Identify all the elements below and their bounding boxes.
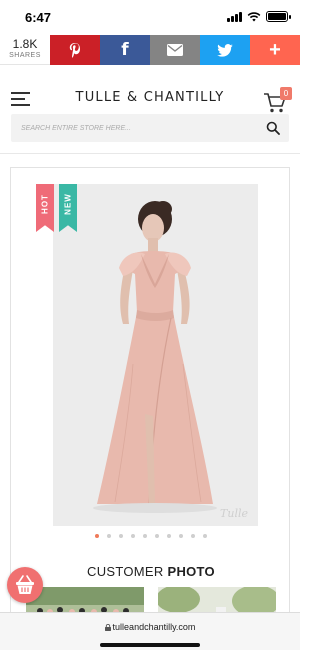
battery-icon bbox=[266, 11, 291, 22]
browser-url-bar: tulleandchantilly.com bbox=[0, 612, 300, 650]
carousel-dot[interactable] bbox=[191, 534, 195, 538]
status-bar: 6:47 bbox=[0, 0, 300, 34]
status-icons bbox=[227, 11, 291, 22]
plus-icon: + bbox=[269, 39, 281, 61]
customer-photo-title-regular: CUSTOMER bbox=[87, 564, 164, 579]
hot-badge-label: HOT bbox=[40, 194, 50, 214]
email-share-button[interactable] bbox=[150, 35, 200, 65]
share-bar: 1.8K SHARES f + bbox=[0, 35, 300, 65]
new-badge-label: NEW bbox=[63, 193, 73, 215]
carousel-dot[interactable] bbox=[167, 534, 171, 538]
twitter-share-button[interactable] bbox=[200, 35, 250, 65]
carousel-dot[interactable] bbox=[143, 534, 147, 538]
facebook-share-button[interactable]: f bbox=[100, 35, 150, 65]
search-bar bbox=[11, 114, 289, 142]
carousel-dot[interactable] bbox=[155, 534, 159, 538]
cart-count-badge: 0 bbox=[280, 87, 292, 100]
site-header: TULLE & CHANTILLY 0 bbox=[0, 82, 300, 114]
product-image[interactable]: Tulle bbox=[53, 184, 258, 526]
customer-photo-title-bold: PHOTO bbox=[167, 564, 215, 579]
carousel-dot[interactable] bbox=[203, 534, 207, 538]
pinterest-icon bbox=[69, 42, 80, 58]
email-icon bbox=[167, 44, 183, 56]
more-share-button[interactable]: + bbox=[250, 35, 300, 65]
page: 6:47 1.8K SHARES f + TULLE & CHANTILLY 0… bbox=[0, 0, 300, 650]
dress-model-illustration bbox=[53, 184, 258, 526]
facebook-icon: f bbox=[121, 40, 129, 60]
watermark: Tulle bbox=[220, 507, 248, 520]
lock-icon bbox=[104, 624, 111, 631]
carousel-dot[interactable] bbox=[119, 534, 123, 538]
twitter-icon bbox=[217, 43, 233, 57]
wifi-icon bbox=[247, 11, 261, 21]
carousel-dot[interactable] bbox=[131, 534, 135, 538]
menu-icon[interactable] bbox=[11, 92, 30, 106]
customer-photo-title: CUSTOMER PHOTO bbox=[11, 564, 291, 579]
search-icon[interactable] bbox=[266, 121, 280, 135]
home-indicator bbox=[100, 643, 200, 647]
carousel-dot[interactable] bbox=[95, 534, 99, 538]
shares-label: SHARES bbox=[9, 52, 41, 59]
carousel-dot[interactable] bbox=[179, 534, 183, 538]
basket-icon bbox=[16, 575, 34, 594]
carousel-dot[interactable] bbox=[107, 534, 111, 538]
new-badge: NEW bbox=[59, 184, 77, 232]
carousel-dots bbox=[11, 534, 291, 538]
signal-icon bbox=[227, 11, 242, 22]
shares-counter: 1.8K SHARES bbox=[0, 35, 50, 65]
hot-badge: HOT bbox=[36, 184, 54, 232]
shopping-basket-button[interactable] bbox=[7, 567, 43, 603]
url-text: tulleandchantilly.com bbox=[112, 622, 196, 632]
header-divider bbox=[0, 153, 300, 154]
url-display[interactable]: tulleandchantilly.com bbox=[0, 622, 300, 632]
status-time: 6:47 bbox=[25, 10, 52, 25]
product-card: Tulle HOT NEW CUSTOMER PHOTO bbox=[10, 167, 290, 637]
cart-button[interactable]: 0 bbox=[263, 87, 293, 114]
search-input[interactable] bbox=[21, 121, 261, 135]
pinterest-share-button[interactable] bbox=[50, 35, 100, 65]
shares-count: 1.8K bbox=[12, 37, 38, 51]
brand-logo[interactable]: TULLE & CHANTILLY bbox=[50, 90, 250, 105]
